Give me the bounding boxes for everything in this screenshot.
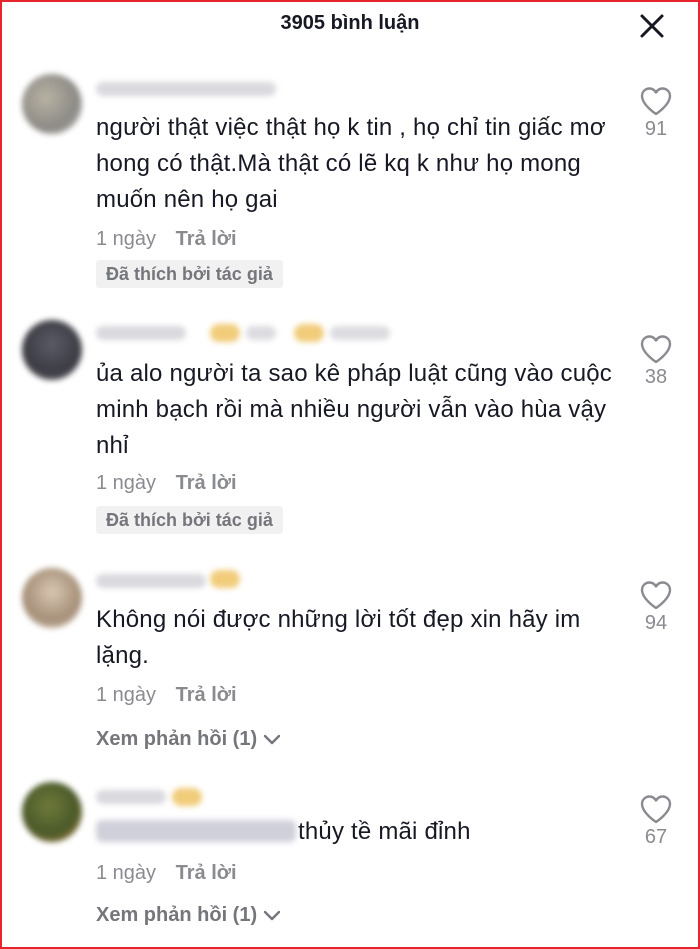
comment-meta: 1 ngày Trả lời — [96, 862, 237, 885]
comment-time: 1 ngày — [96, 684, 157, 706]
like-button[interactable]: 94 — [632, 580, 680, 635]
heart-outline-icon — [640, 581, 672, 610]
comment-text: thủy tề mãi đỉnh — [96, 814, 626, 850]
emoji-badge — [172, 788, 202, 806]
comments-header: 3905 bình luận — [0, 0, 700, 50]
comment-meta: 1 ngày Trả lời — [96, 228, 237, 251]
close-icon — [640, 14, 664, 38]
like-button[interactable]: 67 — [632, 794, 680, 849]
like-count: 67 — [644, 826, 668, 848]
heart-outline-icon — [640, 87, 672, 116]
like-count: 94 — [644, 612, 668, 634]
author-liked-badge: Đã thích bởi tác giả — [96, 506, 283, 534]
like-count: 38 — [644, 366, 668, 388]
like-button[interactable]: 38 — [632, 334, 680, 389]
avatar[interactable] — [22, 568, 82, 628]
avatar[interactable] — [22, 782, 82, 842]
reply-button[interactable]: Trả lời — [176, 862, 237, 884]
comment-meta: 1 ngày Trả lời — [96, 684, 237, 707]
close-button[interactable] — [636, 10, 668, 42]
comment-time: 1 ngày — [96, 472, 157, 494]
username[interactable] — [96, 790, 166, 804]
comments-count-title: 3905 bình luận — [280, 12, 420, 34]
view-replies-button[interactable]: Xem phản hồi (1) — [96, 728, 281, 751]
reply-button[interactable]: Trả lời — [176, 684, 237, 706]
emoji-badge — [294, 324, 324, 342]
like-count: 91 — [644, 118, 668, 140]
chevron-down-icon — [263, 910, 281, 920]
emoji-badge — [210, 324, 240, 342]
comment-time: 1 ngày — [96, 228, 157, 250]
view-replies-label: Xem phản hồi (1) — [96, 728, 258, 750]
reply-button[interactable]: Trả lời — [176, 228, 237, 250]
username[interactable] — [96, 82, 276, 96]
username[interactable] — [96, 574, 206, 588]
comment-text: Không nói được những lời tốt đẹp xin hãy… — [96, 606, 581, 669]
blurred-badge — [330, 326, 390, 340]
username[interactable] — [96, 326, 186, 340]
author-liked-badge: Đã thích bởi tác giả — [96, 260, 283, 288]
view-replies-label: Xem phản hồi (1) — [96, 904, 258, 926]
heart-outline-icon — [640, 335, 672, 364]
comment-text: người thật việc thật họ k tin , họ chỉ t… — [96, 114, 606, 213]
avatar[interactable] — [22, 74, 82, 134]
comment-text: ủa alo người ta sao kê pháp luật cũng và… — [96, 360, 613, 459]
blurred-badge — [246, 326, 276, 340]
comment-time: 1 ngày — [96, 862, 157, 884]
like-button[interactable]: 91 — [632, 86, 680, 141]
mentioned-username[interactable] — [96, 820, 296, 842]
avatar[interactable] — [22, 320, 82, 380]
chevron-down-icon — [263, 734, 281, 744]
emoji-badge — [210, 570, 240, 588]
comment-text-body: thủy tề mãi đỉnh — [298, 818, 471, 845]
view-replies-button[interactable]: Xem phản hồi (1) — [96, 904, 281, 927]
reply-button[interactable]: Trả lời — [176, 472, 237, 494]
heart-outline-icon — [640, 795, 672, 824]
comment-meta: 1 ngày Trả lời — [96, 472, 237, 495]
